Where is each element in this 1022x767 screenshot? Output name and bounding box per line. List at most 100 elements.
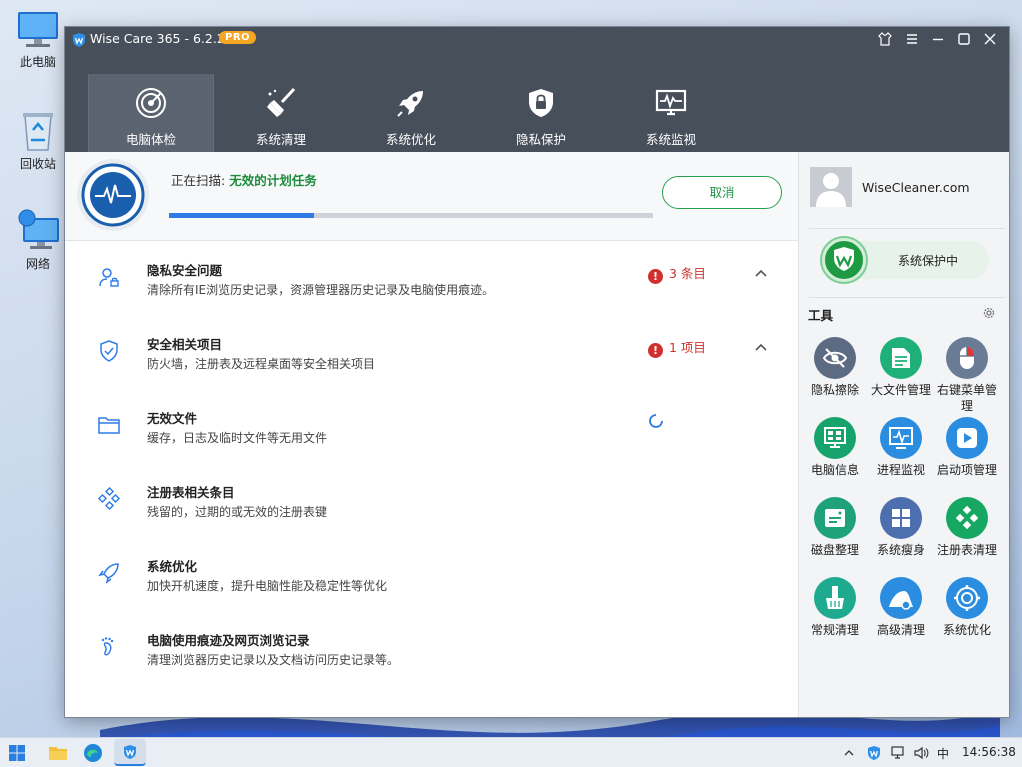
tab-system-clean[interactable]: 系统清理 xyxy=(218,74,344,152)
tool-label: 常规清理 xyxy=(810,623,859,637)
item-title: 隐私安全问题 xyxy=(147,263,223,278)
tool-context-menu-manager[interactable]: 右键菜单管理 xyxy=(934,337,1000,414)
chevron-up-icon[interactable] xyxy=(753,265,769,281)
tab-label: 系统优化 xyxy=(385,132,436,147)
tab-system-optimize[interactable]: 系统优化 xyxy=(348,74,474,152)
scan-current-task: 无效的计划任务 xyxy=(229,173,317,188)
cancel-button[interactable]: 取消 xyxy=(662,176,782,209)
start-windows-icon[interactable] xyxy=(8,744,26,762)
list-item-security[interactable]: 安全相关项目 防火墙，注册表及远程桌面等安全相关项目 ! 1 项目 xyxy=(65,315,798,389)
radar-icon xyxy=(136,88,166,118)
desktop-icon-label: 网络 xyxy=(25,257,50,271)
volume-icon[interactable] xyxy=(913,745,929,761)
protection-status-label: 系统保护中 xyxy=(898,254,959,268)
account-site-link[interactable]: WiseCleaner.com xyxy=(862,180,970,195)
tool-disk-defrag[interactable]: 磁盘整理 xyxy=(802,497,868,558)
item-title: 系统优化 xyxy=(147,559,198,574)
tab-privacy-protect[interactable]: 隐私保护 xyxy=(478,74,604,152)
tool-label: 注册表清理 xyxy=(936,543,997,557)
tool-circle xyxy=(814,497,856,539)
tab-pc-checkup[interactable]: 电脑体检 xyxy=(88,74,214,152)
tool-process-monitor[interactable]: 进程监视 xyxy=(868,417,934,478)
tool-pc-info[interactable]: 电脑信息 xyxy=(802,417,868,478)
protection-shield-icon xyxy=(822,238,866,282)
item-description: 缓存，日志及临时文件等无用文件 xyxy=(147,431,328,445)
list-item-optimize[interactable]: 系统优化 加快开机速度，提升电脑性能及稳定性等优化 xyxy=(65,537,798,611)
menu-icon[interactable] xyxy=(904,32,920,48)
list-item-privacy[interactable]: 隐私安全问题 清除所有IE浏览历史记录，资源管理器历史记录及电脑使用痕迹。 ! 3… xyxy=(65,241,798,315)
tool-registry-clean[interactable]: 注册表清理 xyxy=(934,497,1000,558)
tool-large-file-manager[interactable]: 大文件管理 xyxy=(868,337,934,398)
user-lock-icon xyxy=(99,268,119,287)
broom-icon xyxy=(267,87,296,117)
lock-shield-icon xyxy=(529,89,553,117)
tool-common-clean[interactable]: 常规清理 xyxy=(802,577,868,638)
taskbar-wise-care-button[interactable] xyxy=(114,739,146,766)
list-item-junk-files[interactable]: 无效文件 缓存，日志及临时文件等无用文件 xyxy=(65,389,798,463)
maximize-icon[interactable] xyxy=(956,32,972,48)
scan-progress-bar xyxy=(169,213,653,218)
computer-icon xyxy=(18,12,58,47)
registry-cubes-icon xyxy=(97,487,121,511)
tool-circle xyxy=(880,577,922,619)
scan-prefix: 正在扫描: xyxy=(171,173,226,188)
item-title: 电脑使用痕迹及网页浏览记录 xyxy=(147,633,310,648)
item-description: 清除所有IE浏览历史记录，资源管理器历史记录及电脑使用痕迹。 xyxy=(147,283,495,297)
item-description: 残留的，过期的或无效的注册表键 xyxy=(147,505,328,519)
tool-label: 隐私擦除 xyxy=(810,383,859,397)
ime-indicator[interactable]: 中 xyxy=(937,745,949,762)
tool-label: 高级清理 xyxy=(876,623,925,637)
desktop-icon-label: 此电脑 xyxy=(19,55,56,69)
avatar[interactable] xyxy=(810,167,852,207)
wise-care-tray-icon[interactable] xyxy=(866,745,882,761)
wise-care-taskbar-icon xyxy=(124,745,136,759)
tool-label: 系统瘦身 xyxy=(876,543,925,557)
item-title: 安全相关项目 xyxy=(147,337,223,352)
tools-title: 工具 xyxy=(808,308,834,323)
minimize-icon[interactable] xyxy=(930,32,946,48)
tool-circle xyxy=(946,417,988,459)
tool-circle xyxy=(814,577,856,619)
desktop-icon-recycle-bin[interactable]: 回收站 xyxy=(8,110,68,172)
skin-icon[interactable] xyxy=(877,32,893,48)
tool-circle xyxy=(814,417,856,459)
tool-system-slimming[interactable]: 系统瘦身 xyxy=(868,497,934,558)
list-item-traces[interactable]: 电脑使用痕迹及网页浏览记录 清理浏览器历史记录以及文档访问历史记录等。 xyxy=(65,611,798,685)
tool-label: 大文件管理 xyxy=(870,383,931,397)
file-explorer-icon[interactable] xyxy=(48,744,68,762)
tool-advanced-clean[interactable]: 高级清理 xyxy=(868,577,934,638)
chevron-up-tray-icon[interactable] xyxy=(843,747,855,759)
divider xyxy=(809,297,1005,298)
item-count-text: 3 条目 xyxy=(669,266,706,281)
play-icon xyxy=(957,428,977,448)
desktop-icon-this-pc[interactable]: 此电脑 xyxy=(8,10,68,70)
settings-gear-icon[interactable] xyxy=(982,306,996,320)
tool-system-optimize[interactable]: 系统优化 xyxy=(934,577,1000,638)
chevron-up-icon[interactable] xyxy=(753,339,769,355)
app-window: Wise Care 365 - 6.2.2 PRO 电脑体检 系统清理 系统优化… xyxy=(65,27,1009,717)
user-silhouette-icon xyxy=(816,173,846,207)
tab-label: 隐私保护 xyxy=(515,132,566,147)
tool-circle xyxy=(880,337,922,379)
registry-icon xyxy=(955,505,979,530)
warning-icon: ! xyxy=(648,343,663,358)
gear-optimize-icon xyxy=(954,585,980,611)
edge-browser-icon[interactable] xyxy=(83,743,103,763)
window-title: Wise Care 365 - 6.2.2 xyxy=(90,31,225,46)
file-list-icon xyxy=(892,348,910,368)
title-bar: Wise Care 365 - 6.2.2 PRO 电脑体检 系统清理 系统优化… xyxy=(65,27,1009,152)
tool-label: 启动项管理 xyxy=(936,463,997,477)
tab-system-monitor[interactable]: 系统监视 xyxy=(608,74,734,152)
tab-label: 电脑体检 xyxy=(125,132,176,147)
network-tray-icon[interactable] xyxy=(890,745,906,761)
scan-gauge-icon xyxy=(77,159,149,231)
close-icon[interactable] xyxy=(982,32,998,48)
clock[interactable]: 14:56:38 xyxy=(962,745,1016,759)
tool-privacy-eraser[interactable]: 隐私擦除 xyxy=(802,337,868,398)
loading-spinner-icon xyxy=(649,414,663,428)
shield-check-icon xyxy=(100,340,118,362)
list-item-registry[interactable]: 注册表相关条目 残留的，过期的或无效的注册表键 xyxy=(65,463,798,537)
tool-startup-manager[interactable]: 启动项管理 xyxy=(934,417,1000,478)
recycle-bin-icon xyxy=(23,113,53,151)
desktop-icon-network[interactable]: 网络 xyxy=(8,208,68,272)
